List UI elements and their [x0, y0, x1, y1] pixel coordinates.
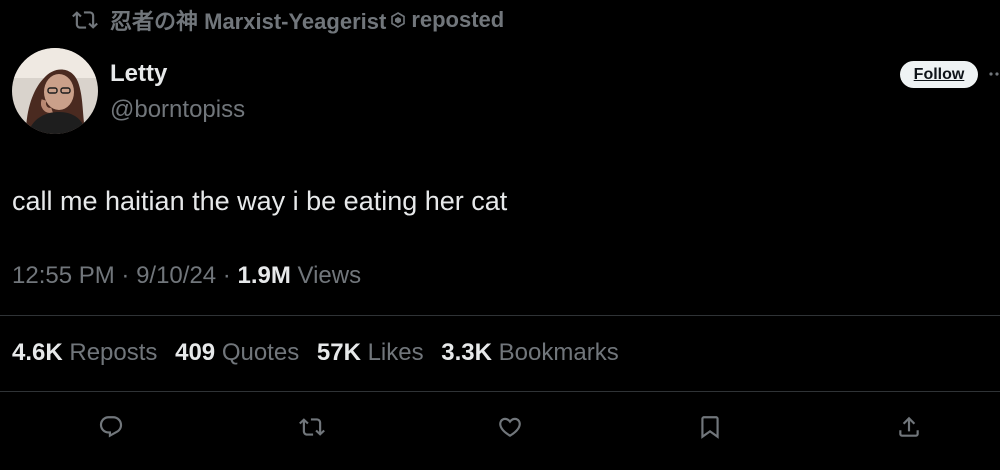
hexagon-badge-icon	[390, 12, 406, 28]
repost-header[interactable]: 忍者の神 Marxist-Yeagerist reposted	[72, 6, 504, 34]
tweet-date[interactable]: 9/10/24	[136, 262, 216, 289]
tweet-text: call me haitian the way i be eating her …	[12, 186, 508, 216]
repost-suffix: reposted	[411, 7, 505, 32]
stat-quotes[interactable]: 409 Quotes	[175, 339, 299, 366]
views-count: 1.9M	[237, 262, 291, 289]
follow-button[interactable]: Follow	[900, 61, 978, 88]
repost-user-name[interactable]: 忍者の神 Marxist-Yeagerist	[110, 4, 386, 36]
avatar[interactable]	[12, 48, 98, 134]
stat-likes[interactable]: 57K Likes	[317, 339, 424, 366]
bookmark-icon[interactable]	[696, 413, 724, 441]
author-handle[interactable]: @borntopiss	[110, 96, 245, 124]
meta-separator: ·	[114, 262, 137, 289]
repost-icon[interactable]	[298, 413, 326, 441]
divider	[0, 315, 1000, 316]
reply-icon[interactable]	[97, 413, 125, 441]
views-label: Views	[297, 262, 362, 289]
tweet-meta: 12:55 PM · 9/10/24 · 1.9M Views	[12, 262, 361, 290]
stat-bookmarks[interactable]: 3.3K Bookmarks	[441, 339, 618, 366]
engagement-stats: 4.6K Reposts 409 Quotes 57K Likes 3.3K B…	[12, 339, 630, 367]
repost-icon	[72, 7, 98, 33]
divider	[0, 391, 1000, 392]
stat-reposts[interactable]: 4.6K Reposts	[12, 339, 157, 366]
meta-separator: ·	[216, 262, 238, 289]
author-name[interactable]: Letty	[110, 60, 167, 88]
like-icon[interactable]	[496, 413, 524, 441]
tweet-time[interactable]: 12:55 PM	[12, 262, 115, 289]
share-icon[interactable]	[895, 413, 923, 441]
more-dots-icon[interactable]	[988, 64, 1000, 84]
